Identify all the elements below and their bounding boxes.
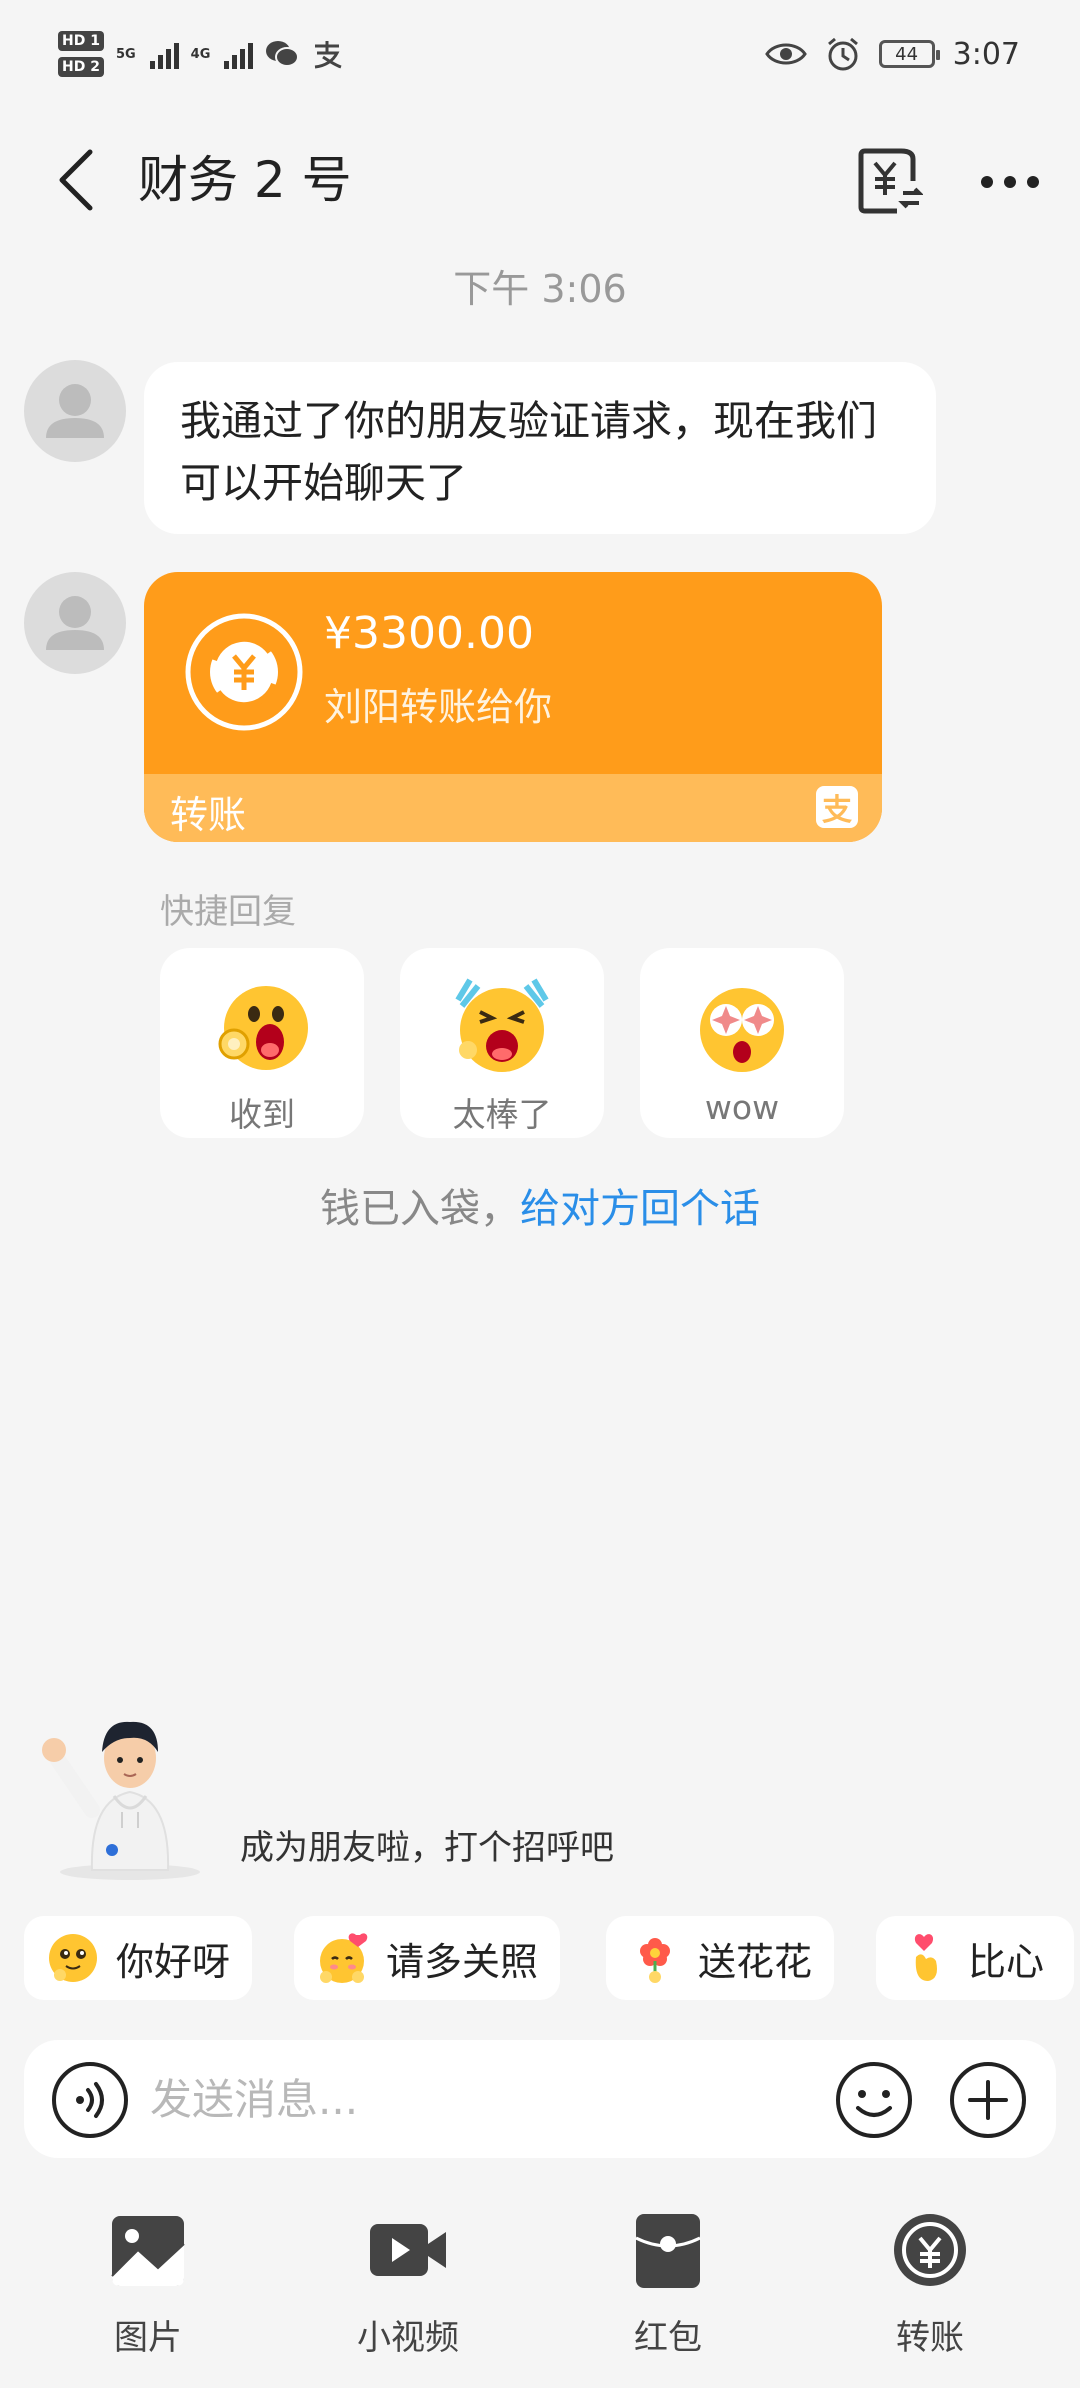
page-title: 财务 2 号 — [138, 151, 352, 209]
image-icon — [111, 2216, 185, 2286]
text-message-bubble[interactable]: 我通过了你的朋友验证请求，现在我们可以开始聊天了 — [144, 362, 936, 534]
transfer-icon — [894, 2214, 966, 2286]
status-left: HD 1 HD 2 5G 4G — [58, 22, 343, 86]
bill-icon — [858, 148, 923, 214]
chevron-left-icon — [59, 149, 93, 211]
signal-icon — [149, 39, 179, 69]
message-input[interactable] — [150, 2068, 810, 2130]
voice-input-icon[interactable] — [50, 2060, 130, 2140]
emoji-picker-icon[interactable] — [834, 2060, 914, 2140]
quick-reply-label: 快捷回复 — [160, 892, 296, 932]
transfer-amount: ¥3300.00 — [324, 608, 534, 659]
person-placeholder-icon — [46, 596, 104, 650]
chat-header: 财务 2 号 — [0, 130, 1080, 230]
reply-hint-link[interactable]: 给对方回个话 — [520, 1186, 760, 1232]
transfer-card[interactable]: ¥3300.00 刘阳转账给你 转账 支 — [144, 572, 882, 842]
toolbar-video-button[interactable]: 小视频 — [328, 2210, 488, 2360]
toolbar-video-label: 小视频 — [357, 2318, 459, 2358]
ok-hand-emoji-icon — [218, 986, 308, 1070]
quick-reply-label-awesome: 太棒了 — [452, 1095, 552, 1134]
more-dots-icon — [981, 176, 1039, 188]
toolbar-photo-label: 图片 — [114, 2318, 182, 2358]
reply-hint-text: 钱已入袋， — [320, 1186, 520, 1232]
quick-reply-awesome[interactable]: 太棒了 — [400, 948, 604, 1138]
wechat-icon — [266, 41, 300, 67]
toolbar-transfer-label: 转账 — [896, 2318, 964, 2358]
quick-reply-label-received: 收到 — [229, 1095, 295, 1134]
hug-heart-emoji-icon — [320, 1933, 368, 1983]
add-more-icon[interactable] — [948, 2060, 1028, 2140]
toolbar-photo-button[interactable]: 图片 — [68, 2210, 228, 2360]
red-packet-icon — [635, 2214, 701, 2288]
hd-badge-1: HD 1 — [58, 31, 104, 51]
eye-icon — [764, 43, 807, 65]
person-placeholder-icon — [46, 384, 104, 438]
message-timestamp: 下午 3:06 — [453, 267, 627, 311]
chip-label: 比心 — [968, 1939, 1045, 1984]
transfer-description: 刘阳转账给你 — [324, 685, 553, 729]
alipay-logo-icon: 支 — [816, 786, 858, 828]
contact-avatar-2[interactable] — [24, 572, 126, 674]
quick-reply-label-wow: wow — [704, 1088, 780, 1127]
more-options-button[interactable] — [970, 142, 1050, 222]
battery-level: 44 — [895, 43, 919, 65]
network-5g-label: 5G — [115, 46, 136, 62]
battery-icon: 44 — [878, 40, 940, 68]
toolbar-red-packet-button[interactable]: 红包 — [588, 2210, 748, 2360]
signal-icon-2 — [224, 39, 254, 69]
hd-badge-2: HD 2 — [58, 57, 104, 77]
chip-label: 送花花 — [698, 1939, 813, 1984]
greeting-chip-hello[interactable]: 你好呀 — [24, 1916, 253, 2000]
reply-hint: 钱已入袋，给对方回个话 — [0, 1176, 1080, 1234]
video-icon — [370, 2224, 446, 2276]
finger-heart-icon — [914, 1934, 937, 1981]
status-right: 44 3:07 — [764, 28, 1020, 80]
greeting-text: 成为朋友啦，打个招呼吧 — [240, 1828, 614, 1868]
chip-label: 你好呀 — [116, 1939, 231, 1984]
cheering-emoji-icon — [455, 978, 549, 1072]
quick-reply-received[interactable]: 收到 — [160, 948, 364, 1138]
greeting-chip-finger-heart[interactable]: 比心 — [876, 1916, 1075, 2000]
status-time: 3:07 — [952, 36, 1020, 72]
chip-label: 请多关照 — [386, 1939, 539, 1984]
wow-emoji-icon — [700, 988, 784, 1072]
alipay-status-icon — [315, 41, 342, 69]
transfer-received-icon — [185, 613, 303, 731]
greeting-chip-please-care[interactable]: 请多关照 — [294, 1916, 561, 2000]
network-4g-label: 4G — [190, 46, 211, 62]
toolbar-red-packet-label: 红包 — [634, 2318, 702, 2358]
bill-button[interactable] — [850, 142, 930, 222]
waving-person-illustration — [42, 1721, 200, 1880]
toolbar-transfer-button[interactable]: 转账 — [850, 2210, 1010, 2360]
flower-icon — [640, 1938, 670, 1983]
greeting-chip-send-flower[interactable]: 送花花 — [606, 1916, 835, 2000]
contact-avatar[interactable] — [24, 360, 126, 462]
smile-emoji-icon — [49, 1934, 97, 1982]
alarm-icon — [827, 37, 858, 71]
transfer-type-label: 转账 — [170, 793, 247, 837]
message-input-bar — [24, 2040, 1056, 2158]
status-bar: HD 1 HD 2 5G 4G 44 3:07 — [0, 0, 1080, 110]
quick-reply-wow[interactable]: wow — [640, 948, 844, 1138]
back-button[interactable] — [46, 144, 106, 216]
